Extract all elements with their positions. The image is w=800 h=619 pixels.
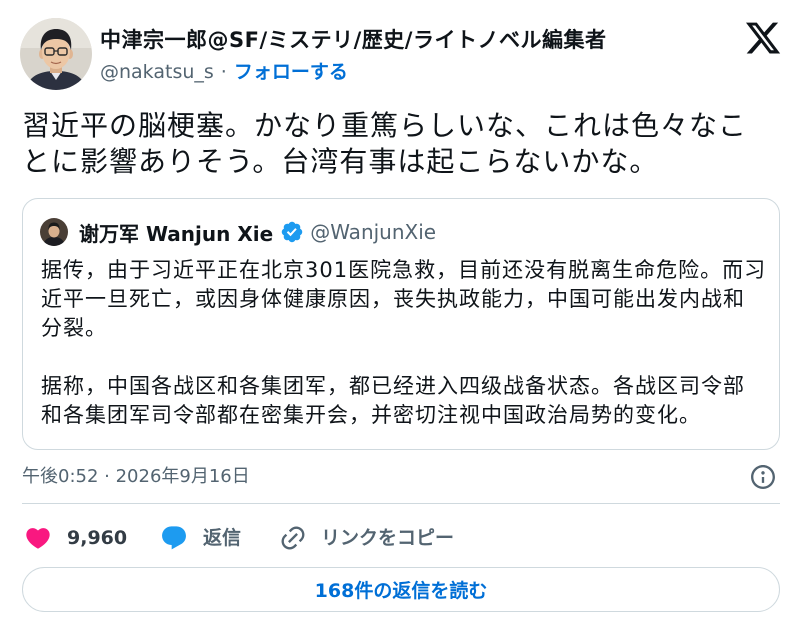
- author-avatar-image: [20, 18, 92, 90]
- tweet-text-line: 習近平の脳梗塞。かなり重篤らしいな、これは色々なこ: [22, 109, 748, 142]
- quoted-tweet-text: 据传，由于习近平正在北京301医院急救，目前还没有脱离生命危险。而习 近平一旦死…: [41, 256, 766, 430]
- like-count[interactable]: 9,960: [67, 525, 127, 551]
- read-replies-label: 168件の返信を読む: [314, 580, 488, 602]
- quoted-text-line: 和各集团军司令部都在密集开会，并密切注视中国政治局势的变化。: [41, 403, 701, 427]
- author-name[interactable]: 中津宗一郎@SF/ミステリ/歴史/ライトノベル編集者: [100, 26, 606, 54]
- x-logo-icon[interactable]: [744, 19, 782, 57]
- quoted-author-header: 谢万军 Wanjun Xie @WanjunXie: [79, 217, 436, 247]
- tweet-text: 習近平の脳梗塞。かなり重篤らしいな、これは色々なこ とに影響ありそう。台湾有事は…: [22, 108, 747, 180]
- tweet-text-line: とに影響ありそう。台湾有事は起こらないかな。: [22, 145, 659, 178]
- meta-separator: ·: [220, 61, 227, 83]
- reply-icon[interactable]: [160, 524, 188, 552]
- copy-link-button[interactable]: リンクをコピー: [321, 525, 454, 551]
- verified-badge-icon: [280, 220, 304, 244]
- quoted-tweet[interactable]: 谢万军 Wanjun Xie @WanjunXie 据传，由于习近平正在北京30…: [22, 198, 780, 450]
- quoted-author-name: 谢万军 Wanjun Xie: [79, 221, 274, 246]
- reply-button[interactable]: 返信: [203, 525, 241, 551]
- author-meta: @nakatsu_s · フォローする: [100, 59, 348, 85]
- quoted-author-avatar: [40, 218, 68, 246]
- divider: [22, 503, 780, 504]
- link-icon[interactable]: [279, 524, 307, 552]
- quoted-paragraph: 据传，由于习近平正在北京301医院急救，目前还没有脱离生命危险。而习 近平一旦死…: [41, 256, 766, 343]
- tweet-timestamp[interactable]: 午後0:52 · 2026年9月16日: [22, 465, 250, 489]
- quoted-text-line: 近平一旦死亡，或因身体健康原因，丧失执政能力，中国可能出发内战和: [41, 287, 745, 311]
- quoted-paragraph: 据称，中国各战区和各集团军，都已经进入四级战备状态。各战区司令部 和各集团军司令…: [41, 372, 766, 430]
- quoted-text-line: 分裂。: [41, 316, 107, 340]
- heart-icon[interactable]: [24, 524, 52, 552]
- quoted-text-line: 据称，中国各战区和各集团军，都已经进入四级战备状态。各战区司令部: [41, 374, 745, 398]
- read-replies-button[interactable]: 168件の返信を読む: [22, 567, 780, 612]
- info-icon[interactable]: [749, 463, 777, 491]
- follow-button[interactable]: フォローする: [234, 61, 348, 83]
- author-avatar[interactable]: [20, 18, 92, 90]
- author-handle[interactable]: @nakatsu_s: [100, 61, 214, 83]
- quoted-text-line: 据传，由于习近平正在北京301医院急救，目前还没有脱离生命危险。而习: [41, 258, 767, 282]
- quoted-author-handle: @WanjunXie: [310, 220, 437, 244]
